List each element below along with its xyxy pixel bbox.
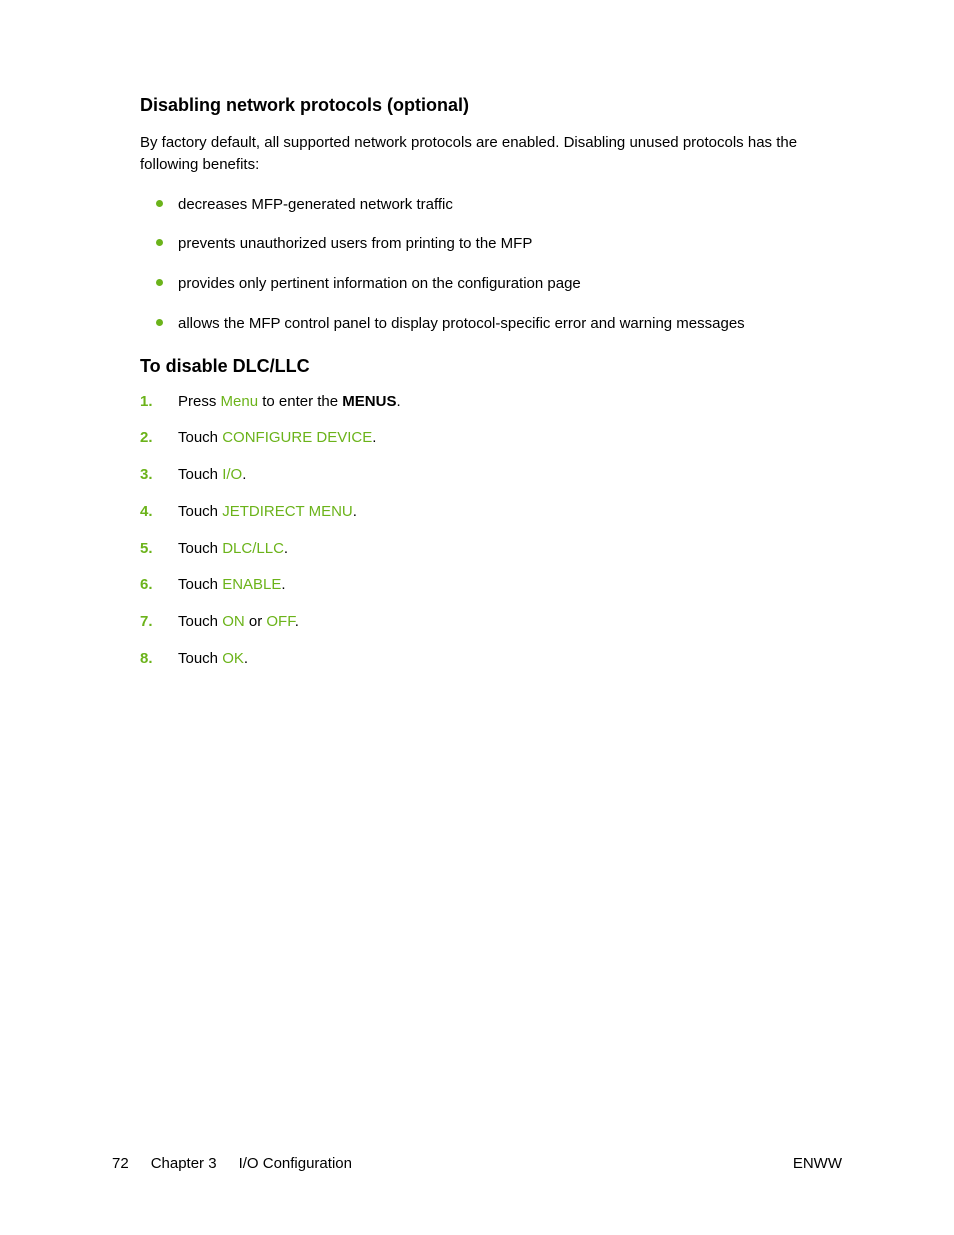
- intro-paragraph: By factory default, all supported networ…: [140, 132, 842, 176]
- step-text: Touch: [178, 503, 222, 520]
- ui-term: ENABLE: [222, 576, 281, 593]
- ui-term-bold: MENUS: [342, 393, 396, 410]
- page-number: 72: [112, 1153, 129, 1175]
- ui-term: JETDIRECT MENU: [222, 503, 353, 520]
- step-number: 2.: [140, 427, 153, 449]
- ui-term: ON: [222, 613, 245, 630]
- step-item: 7. Touch ON or OFF.: [140, 611, 842, 633]
- step-text: .: [281, 576, 285, 593]
- step-text: .: [242, 466, 246, 483]
- steps-list: 1. Press Menu to enter the MENUS. 2. Tou…: [140, 391, 842, 670]
- step-text: .: [372, 429, 376, 446]
- step-text: Touch: [178, 540, 222, 557]
- step-item: 1. Press Menu to enter the MENUS.: [140, 391, 842, 413]
- list-item: prevents unauthorized users from printin…: [158, 233, 842, 255]
- step-number: 5.: [140, 538, 153, 560]
- step-number: 7.: [140, 611, 153, 633]
- list-item: provides only pertinent information on t…: [158, 273, 842, 295]
- ui-term: DLC/LLC: [222, 540, 284, 557]
- ui-term: OFF: [266, 613, 294, 630]
- ui-term: OK: [222, 650, 244, 667]
- footer-left: 72 Chapter 3 I/O Configuration: [112, 1153, 352, 1175]
- list-item: decreases MFP-generated network traffic: [158, 194, 842, 216]
- step-text: or: [245, 613, 267, 630]
- step-number: 6.: [140, 574, 153, 596]
- page-footer: 72 Chapter 3 I/O Configuration ENWW: [112, 1153, 842, 1175]
- step-text: .: [284, 540, 288, 557]
- step-item: 6. Touch ENABLE.: [140, 574, 842, 596]
- footer-right: ENWW: [793, 1153, 842, 1175]
- step-text: .: [295, 613, 299, 630]
- step-text: to enter the: [258, 393, 342, 410]
- step-text: Touch: [178, 466, 222, 483]
- section-heading: Disabling network protocols (optional): [140, 92, 842, 118]
- step-item: 2. Touch CONFIGURE DEVICE.: [140, 427, 842, 449]
- step-item: 4. Touch JETDIRECT MENU.: [140, 501, 842, 523]
- step-item: 5. Touch DLC/LLC.: [140, 538, 842, 560]
- step-text: Press: [178, 393, 221, 410]
- ui-term: CONFIGURE DEVICE: [222, 429, 372, 446]
- step-item: 3. Touch I/O.: [140, 464, 842, 486]
- step-text: .: [353, 503, 357, 520]
- ui-term: Menu: [221, 393, 259, 410]
- step-number: 3.: [140, 464, 153, 486]
- step-item: 8. Touch OK.: [140, 648, 842, 670]
- step-number: 8.: [140, 648, 153, 670]
- chapter-title: I/O Configuration: [239, 1153, 352, 1175]
- subsection-heading: To disable DLC/LLC: [140, 353, 842, 379]
- ui-term: I/O: [222, 466, 242, 483]
- step-number: 1.: [140, 391, 153, 413]
- chapter-label: Chapter 3: [151, 1153, 217, 1175]
- step-text: Touch: [178, 650, 222, 667]
- step-text: Touch: [178, 429, 222, 446]
- benefits-list: decreases MFP-generated network traffic …: [158, 194, 842, 335]
- step-text: Touch: [178, 576, 222, 593]
- step-text: .: [244, 650, 248, 667]
- step-text: .: [396, 393, 400, 410]
- list-item: allows the MFP control panel to display …: [158, 313, 842, 335]
- step-text: Touch: [178, 613, 222, 630]
- step-number: 4.: [140, 501, 153, 523]
